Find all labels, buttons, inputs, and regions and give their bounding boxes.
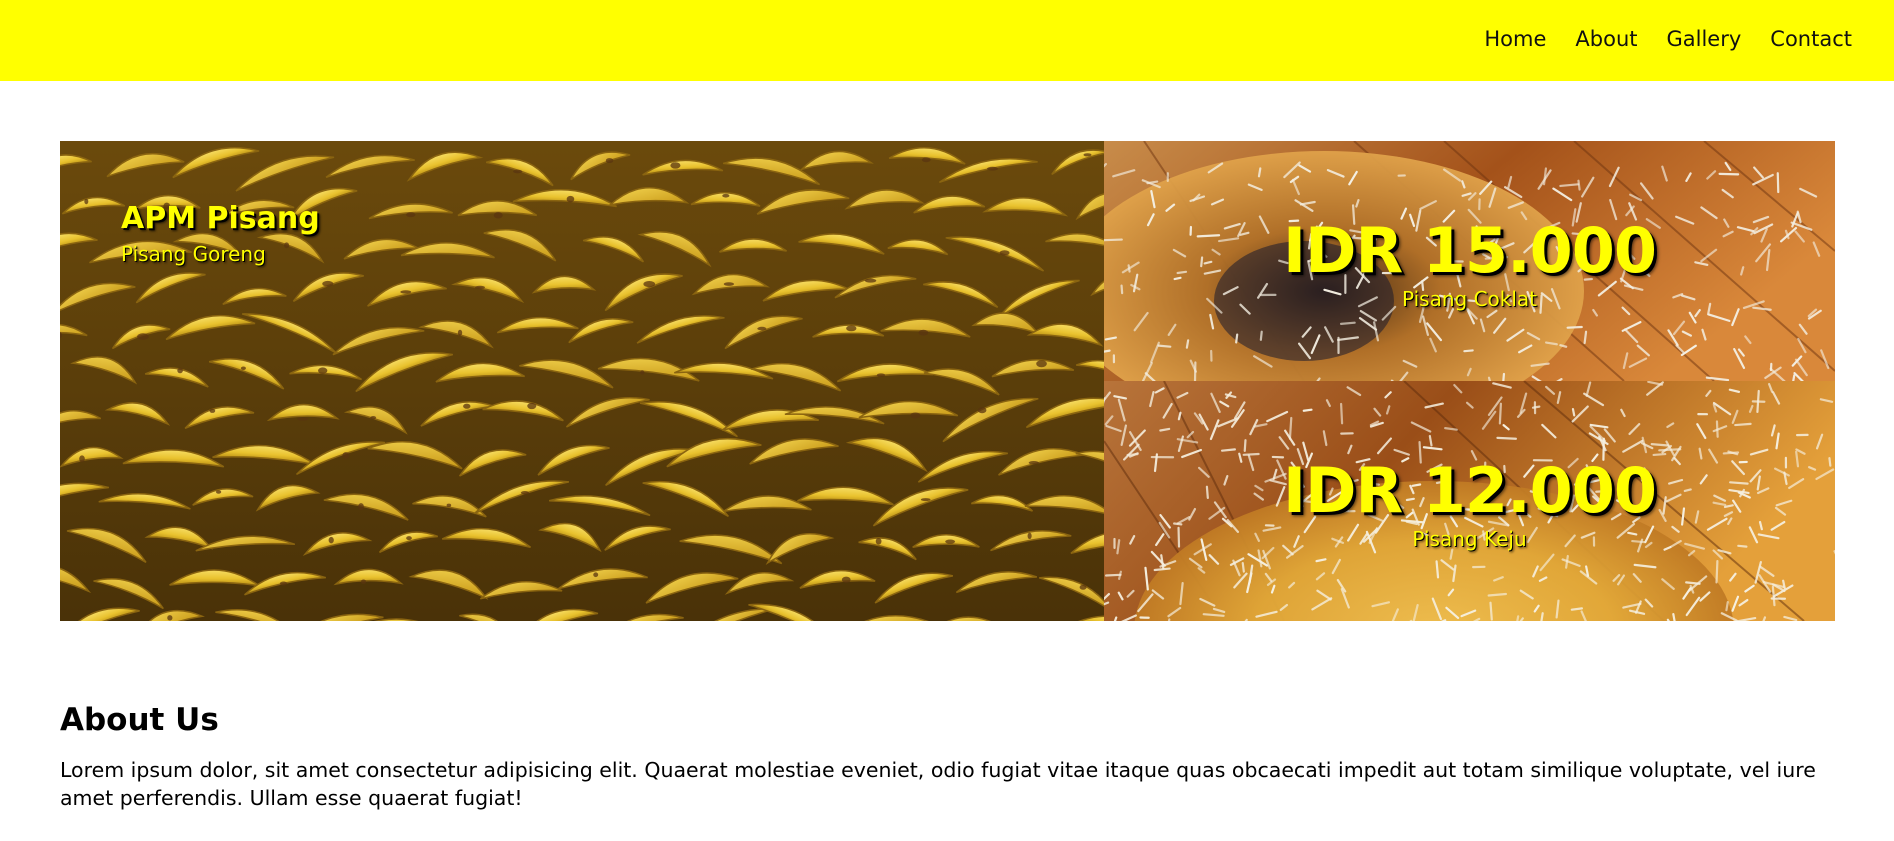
nav-link-about[interactable]: About — [1575, 27, 1637, 51]
price-keju: IDR 12.000 — [1282, 454, 1657, 527]
about-heading: About Us — [60, 702, 219, 738]
offer-card-keju: IDR 12.000 Pisang Keju — [1104, 381, 1835, 621]
nav-link-gallery[interactable]: Gallery — [1667, 27, 1742, 51]
label-keju: Pisang Keju — [1412, 527, 1527, 551]
offer-card-coklat: IDR 15.000 Pisang Coklat — [1104, 141, 1835, 381]
navbar: Home About Gallery Contact — [0, 0, 1894, 81]
hero-section: APM Pisang Pisang Goreng IDR 15.000 Pisa… — [60, 141, 1835, 621]
offer-text-keju: IDR 12.000 Pisang Keju — [1104, 381, 1835, 621]
label-coklat: Pisang Coklat — [1401, 287, 1538, 311]
offer-text-coklat: IDR 15.000 Pisang Coklat — [1104, 141, 1835, 381]
about-text: Lorem ipsum dolor, sit amet consectetur … — [60, 758, 1816, 810]
nav-link-contact[interactable]: Contact — [1770, 27, 1852, 51]
hero-title: APM Pisang — [121, 201, 320, 236]
nav-link-home[interactable]: Home — [1484, 27, 1546, 51]
price-coklat: IDR 15.000 — [1282, 214, 1657, 287]
nav-menu: Home About Gallery Contact — [1484, 0, 1852, 78]
hero-subtitle: Pisang Goreng — [121, 242, 266, 266]
hero-main-card: APM Pisang Pisang Goreng — [60, 141, 1104, 621]
